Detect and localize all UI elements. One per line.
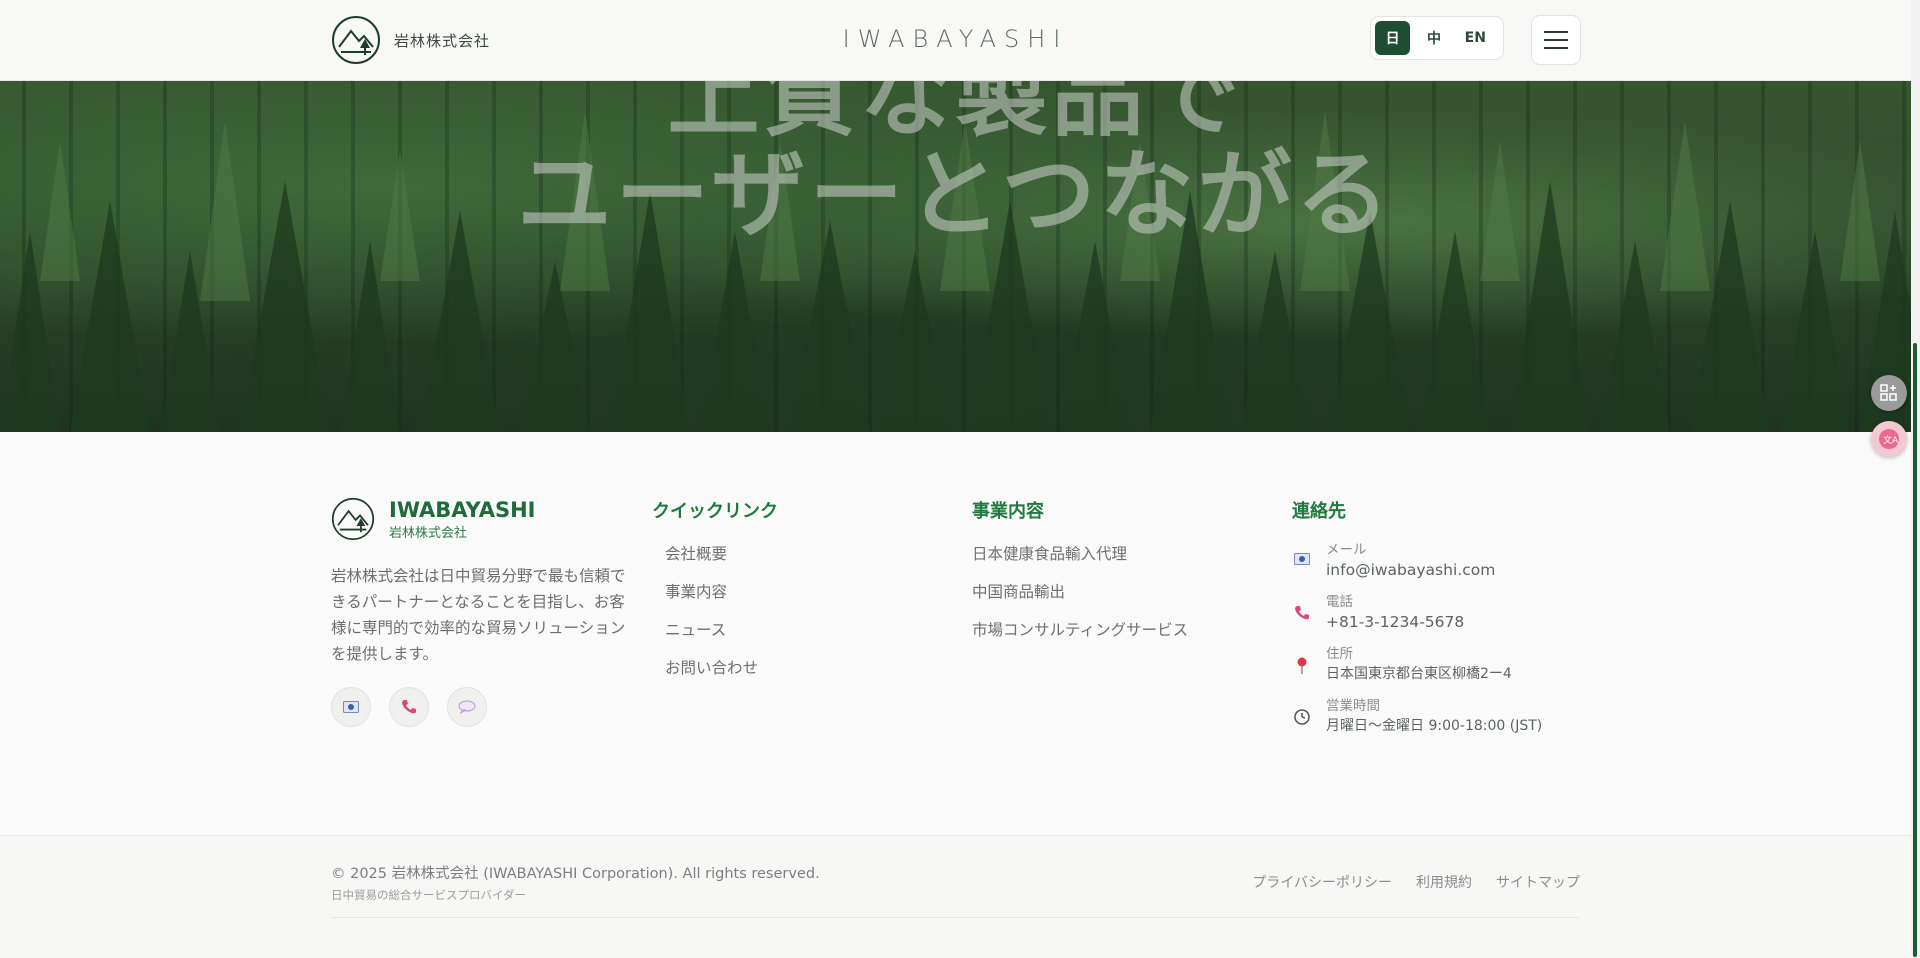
footer-description: 岩林株式会社は日中貿易分野で最も信頼できるパートナーとなることを目指し、お客様に…: [331, 567, 626, 663]
contact-email: メール info@iwabayashi.com: [1292, 541, 1542, 581]
contact-phone-icon-wrap: [1292, 605, 1312, 633]
footer-link-contact[interactable]: お問い合わせ: [652, 655, 778, 693]
hero-headline-line2: ユーザーとつながる: [517, 141, 1394, 250]
footer-tagline: 日中貿易の総合サービスプロバイダー: [331, 888, 527, 902]
footer-link-company[interactable]: 会社概要: [652, 541, 778, 579]
site-wordmark: IWABAYASHI: [842, 25, 1069, 53]
phone-icon: [1295, 606, 1309, 620]
footer-link-business[interactable]: 事業内容: [652, 579, 778, 617]
contact-address: 住所 日本国東京都台東区柳橋2ー4: [1292, 645, 1542, 685]
contact-email-icon-wrap: [1292, 553, 1312, 581]
quick-links-title: クイックリンク: [652, 501, 778, 522]
footer-service-export[interactable]: 中国商品輸出: [972, 579, 1188, 617]
contact-address-icon-wrap: [1292, 657, 1312, 685]
privacy-policy-link[interactable]: プライバシーポリシー: [1252, 872, 1392, 892]
contact-title: 連絡先: [1292, 501, 1346, 522]
footer-logo-name: IWABAYASHI: [389, 497, 536, 522]
footer-service-health-food[interactable]: 日本健康食品輸入代理: [972, 541, 1188, 579]
hamburger-menu-button[interactable]: [1531, 15, 1581, 65]
address-label: 住所: [1326, 646, 1353, 662]
scrollbar-thumb[interactable]: [1913, 343, 1917, 957]
phone-label: 電話: [1326, 594, 1353, 610]
hours-value: 月曜日〜金曜日 9:00-18:00 (JST): [1326, 718, 1543, 734]
footer-link-news[interactable]: ニュース: [652, 617, 778, 655]
contact-email-text: メール info@iwabayashi.com: [1326, 541, 1495, 581]
address-value: 日本国東京都台東区柳橋2ー4: [1326, 666, 1512, 682]
footer-brand-column: IWABAYASHI 岩林株式会社 岩林株式会社は日中貿易分野で最も信頼できるパ…: [331, 497, 626, 727]
footer-service-consulting[interactable]: 市場コンサルティングサービス: [972, 617, 1188, 655]
footer-logo-subtitle: 岩林株式会社: [389, 525, 468, 541]
hero-banner: 上質な製品で ユーザーとつながる: [0, 81, 1911, 432]
side-widget-translate-button[interactable]: 文A: [1871, 421, 1907, 457]
contact-phone-text: 電話 +81-3-1234-5678: [1326, 593, 1464, 633]
envelope-icon: [343, 701, 359, 713]
hamburger-icon: [1544, 31, 1568, 33]
legal-links: プライバシーポリシー 利用規約 サイトマップ: [1228, 872, 1580, 892]
chat-social-button[interactable]: [447, 687, 487, 727]
phone-social-button[interactable]: [389, 687, 429, 727]
contact-phone: 電話 +81-3-1234-5678: [1292, 593, 1542, 633]
hours-label: 営業時間: [1326, 698, 1380, 714]
footer-contact-column: 連絡先 メール info@iwabayashi.com 電話 +81-3-123…: [1292, 497, 1542, 749]
email-social-button[interactable]: [331, 687, 371, 727]
footer-services-column: 事業内容 日本健康食品輸入代理 中国商品輸出 市場コンサルティングサービス: [972, 497, 1188, 655]
mountain-tree-logo-icon: [331, 497, 375, 541]
clock-icon: [1294, 709, 1310, 725]
contact-hours: 営業時間 月曜日〜金曜日 9:00-18:00 (JST): [1292, 697, 1542, 737]
speech-bubble-icon: [458, 700, 476, 714]
copyright-text: © 2025 岩林株式会社 (IWABAYASHI Corporation). …: [331, 866, 820, 882]
contact-hours-icon-wrap: [1292, 709, 1312, 737]
phone-icon: [402, 700, 416, 714]
language-switcher: 日 中 EN: [1370, 16, 1504, 60]
lang-en-button[interactable]: EN: [1458, 21, 1493, 55]
footer-social-links: [331, 687, 626, 727]
contact-hours-text: 営業時間 月曜日〜金曜日 9:00-18:00 (JST): [1326, 697, 1542, 737]
side-widget-apps-button[interactable]: [1871, 375, 1907, 411]
bottom-divider: [331, 917, 1579, 918]
sitemap-link[interactable]: サイトマップ: [1496, 872, 1580, 892]
svg-text:文A: 文A: [1883, 434, 1899, 446]
site-header: 岩林株式会社 IWABAYASHI 日 中 EN: [0, 0, 1911, 81]
terms-link[interactable]: 利用規約: [1416, 872, 1472, 892]
lang-zh-button[interactable]: 中: [1416, 21, 1451, 55]
map-pin-icon: [1297, 657, 1307, 674]
email-label: メール: [1326, 542, 1367, 558]
translate-icon: 文A: [1879, 429, 1899, 449]
hamburger-icon-bar: [1544, 39, 1568, 41]
grid-plus-icon: [1880, 384, 1897, 401]
phone-value[interactable]: +81-3-1234-5678: [1326, 611, 1464, 633]
hamburger-icon-bar: [1544, 47, 1568, 49]
footer-quick-links-column: クイックリンク 会社概要 事業内容 ニュース お問い合わせ: [652, 497, 778, 693]
footer-logo[interactable]: IWABAYASHI 岩林株式会社: [331, 497, 626, 541]
contact-address-text: 住所 日本国東京都台東区柳橋2ー4: [1326, 645, 1512, 685]
footer-bottom-bar: © 2025 岩林株式会社 (IWABAYASHI Corporation). …: [0, 835, 1911, 958]
lang-ja-button[interactable]: 日: [1375, 21, 1411, 55]
services-title: 事業内容: [972, 501, 1044, 522]
footer-logo-text: IWABAYASHI 岩林株式会社: [389, 498, 536, 541]
email-value[interactable]: info@iwabayashi.com: [1326, 559, 1495, 581]
envelope-icon: [1294, 553, 1310, 565]
